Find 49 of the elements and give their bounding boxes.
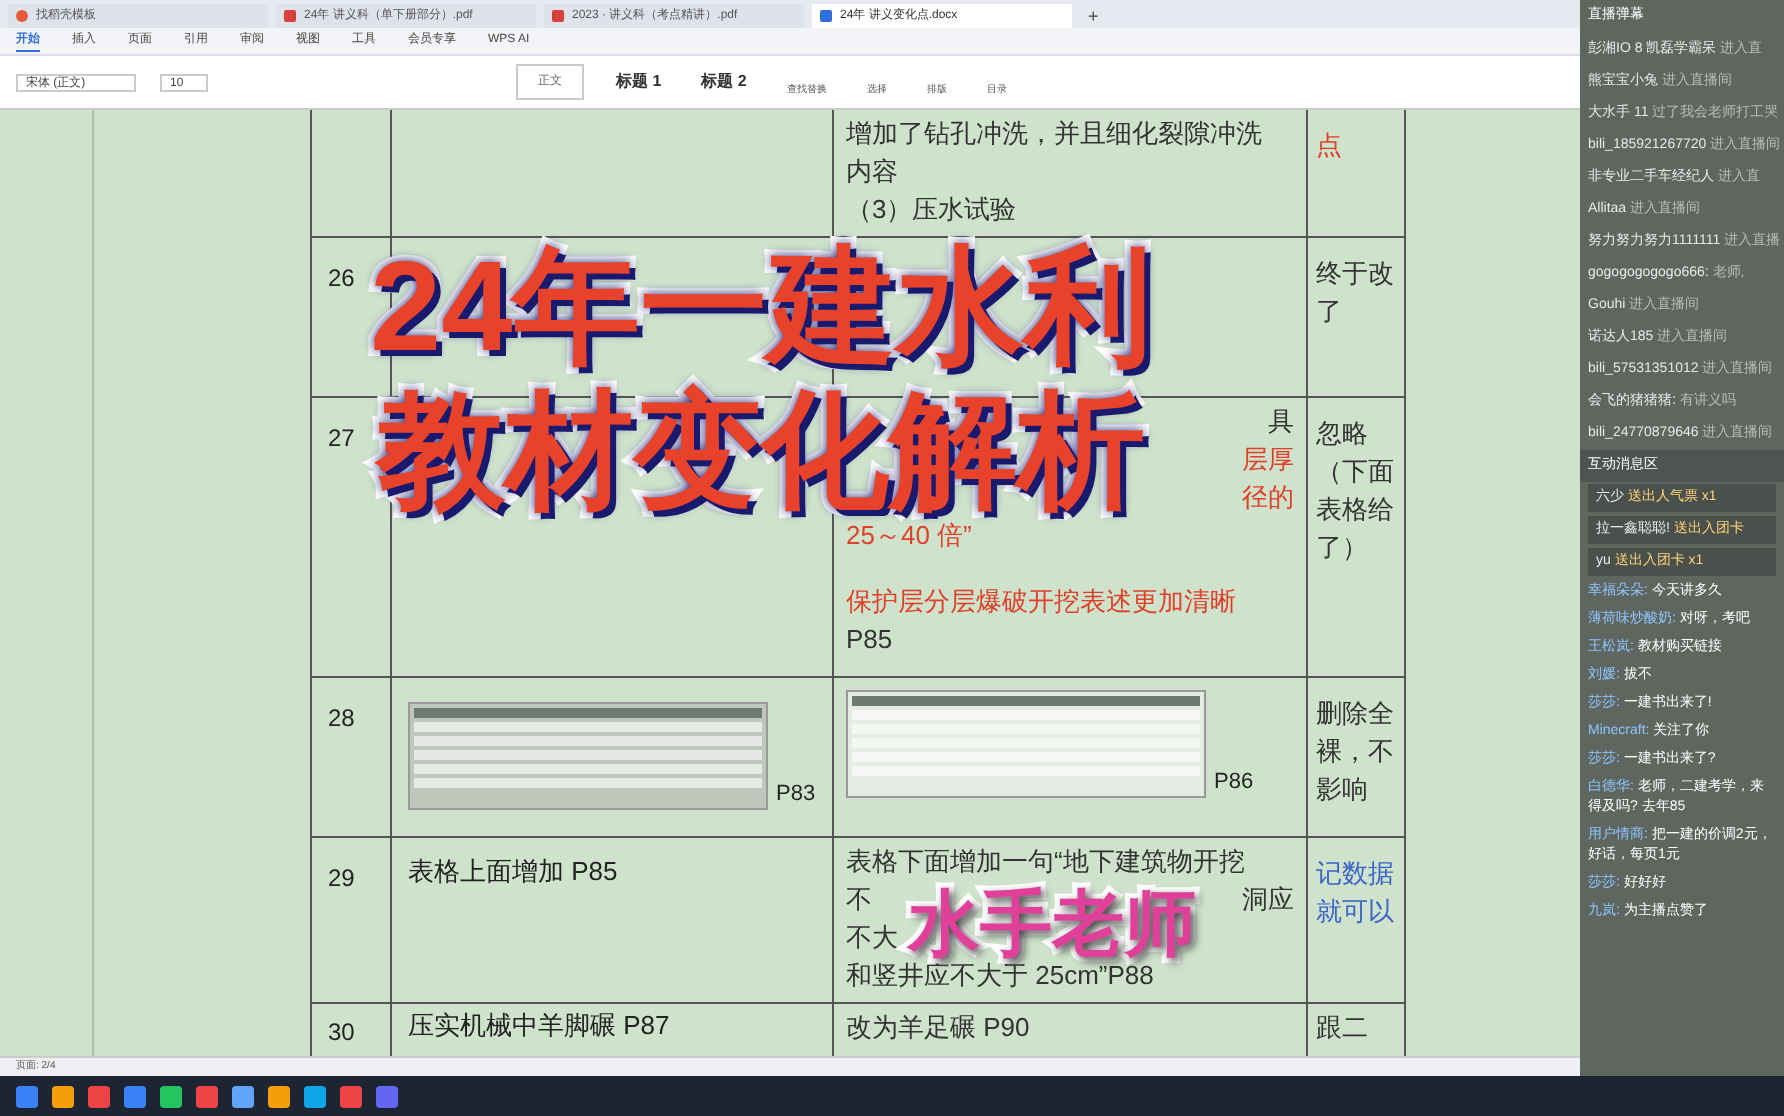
file-icon <box>552 10 564 22</box>
app-icon[interactable] <box>268 1085 290 1107</box>
row-number: 29 <box>328 864 355 892</box>
app-icon[interactable] <box>52 1085 74 1107</box>
table-cell-text: 改为羊足碾 P90 <box>846 1010 1030 1046</box>
table-cell-text: 径的 <box>1242 480 1294 516</box>
row-number: 28 <box>328 704 355 732</box>
table-cell-text: 增加了钻孔冲洗，并且细化裂隙冲洗 <box>846 116 1262 152</box>
app-icon[interactable] <box>304 1085 326 1107</box>
table-cell-text: 删除全裸，不影响 <box>1316 696 1396 808</box>
table-cell-text: （3）压水试验 <box>846 192 1017 228</box>
app-icon[interactable] <box>232 1085 254 1107</box>
new-tab-button[interactable]: + <box>1080 4 1107 28</box>
table-cell: 表格上面增加 P85 <box>408 854 618 890</box>
file-icon <box>16 10 28 22</box>
row-number: 26 <box>328 264 355 292</box>
table-cell-text: 保护层分层爆破开挖表述更加清晰 <box>846 584 1236 620</box>
table-cell-text: 终于改了 <box>1316 256 1396 330</box>
table-cell-text: 内容 <box>846 154 898 190</box>
table-cell-text: 洞应 <box>1242 882 1294 918</box>
table-cell-text: 25～40 倍” <box>846 518 972 554</box>
app-icon[interactable] <box>376 1085 398 1107</box>
table-cell-text: 忽略（下面表格给了） <box>1316 416 1396 566</box>
table-cell-text: 不大 <box>846 920 898 956</box>
row-number: 27 <box>328 424 355 452</box>
app-icon[interactable] <box>16 1085 38 1107</box>
app-icon[interactable] <box>124 1085 146 1107</box>
app-icon[interactable] <box>196 1085 218 1107</box>
page-number: P83 <box>776 779 816 809</box>
table-cell: 压实机械中羊脚碾 P87 <box>408 1008 670 1044</box>
app-icon[interactable] <box>160 1085 182 1107</box>
app-icon[interactable] <box>340 1085 362 1107</box>
author-overlay: 水手老师 <box>908 882 1196 964</box>
table-cell-text: 层厚 <box>1242 442 1294 478</box>
table-cell-text: 记数据就可以 <box>1316 856 1396 930</box>
table-cell-text: 和竖井应不大于 25cm”P88 <box>846 959 1154 994</box>
app-icon[interactable] <box>88 1085 110 1107</box>
table-cell-text: 点 <box>1316 128 1342 164</box>
table-cell-text: 表格下面增加一句“地下建筑物开挖 <box>846 844 1245 880</box>
file-icon <box>284 10 296 22</box>
table-cell-text: 不 <box>846 882 872 918</box>
table-cell-text: P85 <box>846 622 893 658</box>
table-cell-text: 具 <box>1268 404 1294 440</box>
file-icon <box>820 10 832 22</box>
row-number: 30 <box>328 1018 355 1046</box>
page-number: P86 <box>1214 767 1254 797</box>
table-cell-text: 跟二 <box>1316 1010 1370 1046</box>
style-preset[interactable]: 标题 1 <box>608 70 670 94</box>
style-preset[interactable]: 标题 2 <box>693 70 755 94</box>
